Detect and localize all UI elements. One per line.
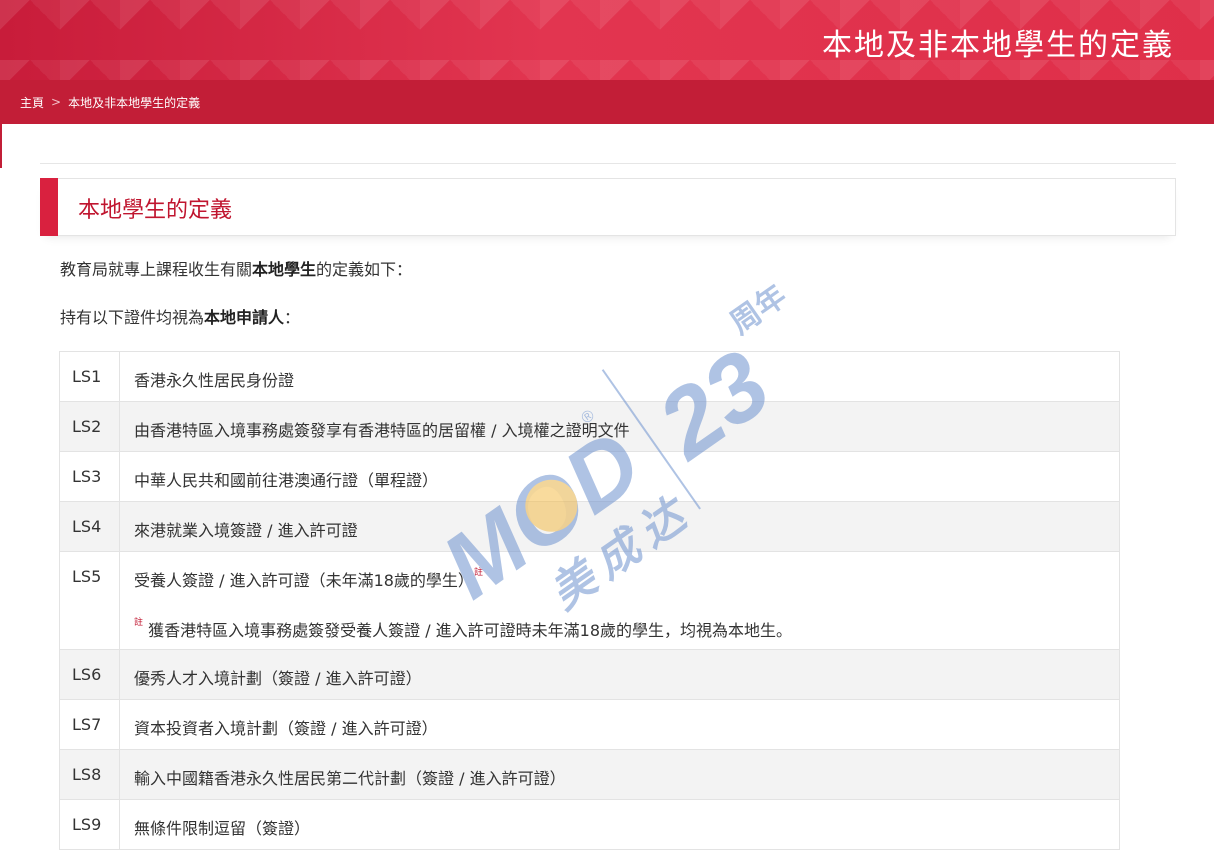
row-code: LS8 — [59, 749, 120, 800]
table-row: LS3 中華人民共和國前往港澳通行證（單程證） — [59, 451, 1120, 502]
row-description: 無條件限制逗留（簽證） — [119, 799, 1120, 850]
row-description: 由香港特區入境事務處簽發享有香港特區的居留權 / 入境權之證明文件 — [119, 401, 1120, 452]
footnote: 註 獲香港特區入境事務處簽發受養人簽證 / 進入許可證時未年滿18歲的學生，均視… — [134, 617, 1119, 641]
row-description: 來港就業入境簽證 / 進入許可證 — [119, 501, 1120, 552]
intro-paragraph-2: 持有以下證件均視為本地申請人： — [60, 304, 300, 328]
section-header: 本地學生的定義 — [40, 178, 1176, 236]
page-banner: 本地及非本地學生的定義 主頁 > 本地及非本地學生的定義 — [0, 0, 1214, 124]
row-code: LS7 — [59, 699, 120, 750]
table-row: LS6 優秀人才入境計劃（簽證 / 進入許可證） — [59, 649, 1120, 700]
table-row: LS8 輸入中國籍香港永久性居民第二代計劃（簽證 / 進入許可證） — [59, 749, 1120, 800]
row-code: LS3 — [59, 451, 120, 502]
row-text: 受養人簽證 / 進入許可證（未年滿18歲的學生） — [134, 571, 474, 590]
table-row: LS7 資本投資者入境計劃（簽證 / 進入許可證） — [59, 699, 1120, 750]
row-code: LS6 — [59, 649, 120, 700]
left-accent-bar — [0, 124, 2, 168]
table-row: LS2 由香港特區入境事務處簽發享有香港特區的居留權 / 入境權之證明文件 — [59, 401, 1120, 452]
section-header-accent — [40, 178, 58, 236]
watermark-years-label: 周年 — [724, 280, 793, 342]
banner-title: 本地及非本地學生的定義 — [822, 28, 1174, 63]
local-student-definition-table: LS1 香港永久性居民身份證 LS2 由香港特區入境事務處簽發享有香港特區的居留… — [59, 351, 1120, 850]
row-code: LS2 — [59, 401, 120, 452]
row-code: LS4 — [59, 501, 120, 552]
table-row: LS5 受養人簽證 / 進入許可證（未年滿18歲的學生）註 註 獲香港特區入境事… — [59, 551, 1120, 650]
breadcrumb-separator: > — [51, 95, 62, 109]
section-title: 本地學生的定義 — [78, 198, 233, 223]
row-description: 中華人民共和國前往港澳通行證（單程證） — [119, 451, 1120, 502]
intro-2-pre: 持有以下證件均視為 — [60, 308, 205, 327]
table-row: LS9 無條件限制逗留（簽證） — [59, 799, 1120, 850]
row-description: 輸入中國籍香港永久性居民第二代計劃（簽證 / 進入許可證） — [119, 749, 1120, 800]
intro-paragraph-1: 教育局就專上課程收生有關本地學生的定義如下： — [60, 256, 412, 280]
footnote-marker: 註 — [134, 618, 144, 628]
intro-1-bold: 本地學生 — [252, 260, 317, 279]
breadcrumb-current: 本地及非本地學生的定義 — [68, 95, 201, 110]
intro-1-pre: 教育局就專上課程收生有關 — [60, 260, 253, 279]
row-description: 受養人簽證 / 進入許可證（未年滿18歲的學生）註 註 獲香港特區入境事務處簽發… — [119, 551, 1120, 650]
breadcrumb-home-link[interactable]: 主頁 — [20, 94, 44, 111]
content-divider — [40, 163, 1176, 164]
row-description: 優秀人才入境計劃（簽證 / 進入許可證） — [119, 649, 1120, 700]
intro-1-post: 的定義如下： — [316, 260, 413, 279]
row-description: 香港永久性居民身份證 — [119, 351, 1120, 402]
row-code: LS1 — [59, 351, 120, 402]
footnote-marker: 註 — [473, 568, 483, 578]
row-description: 資本投資者入境計劃（簽證 / 進入許可證） — [119, 699, 1120, 750]
intro-2-bold: 本地申請人 — [204, 308, 285, 327]
footnote-text: 獲香港特區入境事務處簽發受養人簽證 / 進入許可證時未年滿18歲的學生，均視為本… — [148, 621, 793, 640]
table-row: LS1 香港永久性居民身份證 — [59, 351, 1120, 402]
row-code: LS9 — [59, 799, 120, 850]
table-row: LS4 來港就業入境簽證 / 進入許可證 — [59, 501, 1120, 552]
breadcrumb: 主頁 > 本地及非本地學生的定義 — [0, 80, 1214, 124]
row-code: LS5 — [59, 551, 120, 650]
intro-2-post: ： — [284, 308, 301, 327]
